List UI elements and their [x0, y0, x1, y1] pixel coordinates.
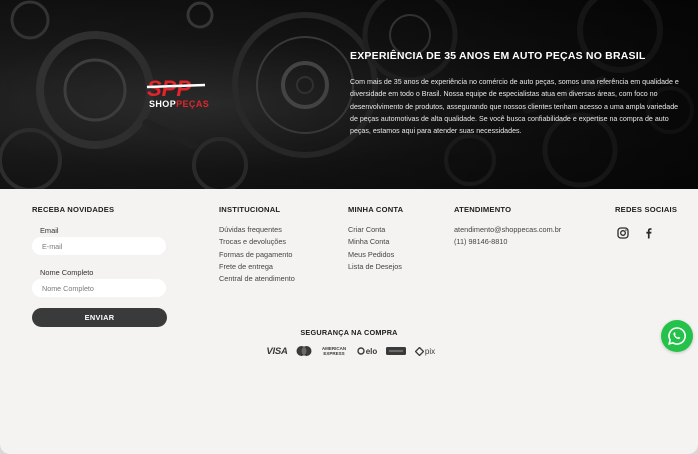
link-central-atendimento[interactable]: Central de atendimento — [219, 273, 295, 285]
link-criar-conta[interactable]: Criar Conta — [348, 224, 402, 236]
instagram-icon[interactable] — [617, 227, 629, 239]
pix-text: pix — [424, 346, 436, 356]
page: SPP SHOPPEÇAS EXPERIÊNCIA DE 35 ANOS EM … — [0, 0, 698, 454]
link-duvidas-frequentes[interactable]: Dúvidas frequentes — [219, 224, 295, 236]
hipercard-icon — [386, 347, 406, 355]
visa-icon: VISA — [266, 345, 288, 357]
logo-brand-text: SHOPPEÇAS — [149, 99, 209, 109]
shoppecas-logo[interactable]: SPP SHOPPEÇAS — [145, 77, 223, 111]
contact-email-link[interactable]: atendimento@shoppecas.com.br — [454, 224, 561, 236]
name-label: Nome Completo — [40, 268, 94, 277]
minha-conta-links: Criar Conta Minha Conta Meus Pedidos Lis… — [348, 224, 402, 273]
hero-banner: SPP SHOPPEÇAS EXPERIÊNCIA DE 35 ANOS EM … — [0, 0, 698, 189]
newsletter-title: RECEBA NOVIDADES — [32, 205, 115, 214]
link-minha-conta[interactable]: Minha Conta — [348, 236, 402, 248]
atendimento-title: ATENDIMENTO — [454, 205, 512, 214]
institucional-title: INSTITUCIONAL — [219, 205, 281, 214]
minha-conta-title: MINHA CONTA — [348, 205, 404, 214]
logo-mark: SPP — [146, 77, 206, 99]
hero-title: EXPERIÊNCIA DE 35 ANOS EM AUTO PEÇAS NO … — [350, 50, 646, 62]
link-trocas-devolucoes[interactable]: Trocas e devoluções — [219, 236, 295, 248]
whatsapp-button[interactable] — [661, 320, 693, 352]
american-express-icon: AMERICAN EXPRESS — [319, 344, 349, 358]
email-label: Email — [40, 226, 59, 235]
link-frete-entrega[interactable]: Frete de entrega — [219, 261, 295, 273]
contact-phone[interactable]: (11) 98146-8810 — [454, 236, 507, 248]
name-field[interactable] — [32, 279, 166, 297]
link-formas-pagamento[interactable]: Formas de pagamento — [219, 249, 295, 261]
seguranca-title: SEGURANÇA NA COMPRA — [300, 328, 398, 337]
logo-brand-pecas: PEÇAS — [176, 99, 210, 109]
elo-text: elo — [365, 346, 378, 356]
logo-brand-shop: SHOP — [149, 99, 177, 109]
facebook-icon[interactable] — [643, 227, 655, 239]
elo-icon: elo — [355, 344, 379, 358]
link-lista-desejos[interactable]: Lista de Desejos — [348, 261, 402, 273]
amex-bottom-text: EXPRESS — [323, 351, 345, 356]
redes-sociais-title: REDES SOCIAIS — [615, 205, 678, 214]
link-meus-pedidos[interactable]: Meus Pedidos — [348, 249, 402, 261]
hero-description: Com mais de 35 anos de experiência no co… — [350, 78, 679, 136]
whatsapp-icon — [668, 327, 686, 345]
email-field[interactable] — [32, 237, 166, 255]
institucional-links: Dúvidas frequentes Trocas e devoluções F… — [219, 224, 295, 285]
submit-newsletter-button[interactable]: ENVIAR — [32, 308, 167, 327]
mastercard-icon — [296, 346, 312, 356]
pix-icon: pix — [412, 344, 438, 358]
